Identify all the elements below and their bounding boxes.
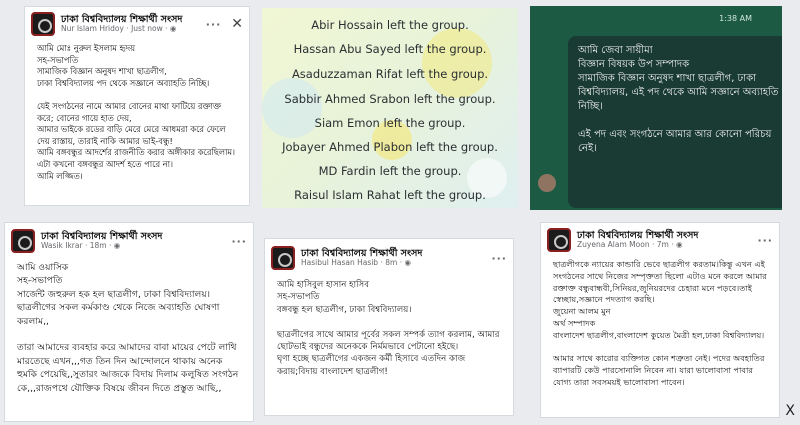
post-text: ছাত্রলীগকে ন্যায়ের কান্ডারি ভেবে ছাত্রল… xyxy=(553,259,767,387)
page-avatar[interactable] xyxy=(547,228,571,252)
post-meta: ঢাকা বিশ্ববিদ্যালয় শিক্ষার্থী সংসদ Zuye… xyxy=(577,231,751,249)
left-group-line: Jobayer Ahmed Plabon left the group. xyxy=(282,140,498,154)
post-card-hasib: ঢাকা বিশ্ববিদ্যালয় শিক্ষার্থী সংসদ Hasi… xyxy=(264,238,514,416)
post-meta: ঢাকা বিশ্ববিদ্যালয় শিক্ষার্থী সংসদ Wasi… xyxy=(41,232,225,250)
page-avatar[interactable] xyxy=(31,12,55,36)
chat-screenshot: 1:38 AM আমি জেবা সায়ীমা বিজ্ঞান বিষয়ক … xyxy=(530,6,782,210)
decor-bubble xyxy=(422,28,492,98)
globe-icon: ◉ xyxy=(169,24,177,34)
post-card-moon: ঢাকা বিশ্ববিদ্যালয় শিক্ষার্থী সংসদ Zuye… xyxy=(540,222,780,418)
post-time[interactable]: Just now xyxy=(131,24,163,33)
globe-icon: ◉ xyxy=(113,241,121,251)
post-text: আমি ওয়াসিক সহ-সভাপতি সার্জেন্ট জহুরুল হ… xyxy=(17,262,239,394)
post-text: আমি মোঃ নুরুল ইসলাম হৃদয় সহ-সভাপতি সামা… xyxy=(37,43,235,181)
left-group-line: Asaduzzaman Rifat left the group. xyxy=(291,67,489,81)
post-author-time: Wasik Ikrar · 18m · ◉ xyxy=(41,241,121,251)
globe-icon: ◉ xyxy=(404,258,412,268)
close-icon[interactable]: ✕ xyxy=(231,16,243,32)
post-meta: ঢাকা বিশ্ববিদ্যালয় শিক্ষার্থী সংসদ Hasi… xyxy=(301,249,485,267)
left-group-line: Sabbir Ahmed Srabon left the group. xyxy=(284,92,496,106)
post-time[interactable]: 18m xyxy=(90,241,107,250)
author-name[interactable]: Wasik Ikrar xyxy=(41,241,83,250)
post-card-hridoy: ঢাকা বিশ্ববিদ্যালয় শিক্ষার্থী সংসদ Nur … xyxy=(24,6,250,206)
post-time[interactable]: 7m xyxy=(657,240,669,249)
left-group-line: Hassan Abu Sayed left the group. xyxy=(293,42,487,56)
post-author-time: Nur Islam Hridoy · Just now · ◉ xyxy=(61,24,177,34)
post-header: ঢাকা বিশ্ববিদ্যালয় শিক্ষার্থী সংসদ Nur … xyxy=(25,7,249,41)
post-card-wasik: ঢাকা বিশ্ববিদ্যালয় শিক্ষার্থী সংসদ Wasi… xyxy=(4,222,254,422)
group-left-notices: Abir Hossain left the group. Hassan Abu … xyxy=(262,8,518,208)
page-avatar[interactable] xyxy=(271,246,295,270)
post-time[interactable]: 8m xyxy=(385,258,397,267)
post-author-time: Hasibul Hasan Hasib · 8m · ◉ xyxy=(301,258,412,268)
more-options-icon[interactable]: ··· xyxy=(231,235,247,248)
author-name[interactable]: Hasibul Hasan Hasib xyxy=(301,258,378,267)
post-author-time: Zuyena Alam Moon · 7m · ◉ xyxy=(577,240,683,250)
more-options-icon[interactable]: ··· xyxy=(757,234,773,247)
left-group-line: MD Fardin left the group. xyxy=(318,164,462,178)
globe-icon: ◉ xyxy=(675,240,683,250)
author-name[interactable]: Nur Islam Hridoy xyxy=(61,24,124,33)
more-options-icon[interactable]: ··· xyxy=(206,18,222,31)
left-group-line: Raisul Islam Rahat left the group. xyxy=(294,188,486,202)
post-meta: ঢাকা বিশ্ববিদ্যালয় শিক্ষার্থী সংসদ Nur … xyxy=(61,15,200,33)
post-header: ঢাকা বিশ্ববিদ্যালয় শিক্ষার্থী সংসদ Zuye… xyxy=(541,223,779,257)
close-button[interactable]: X xyxy=(785,403,795,419)
sender-avatar xyxy=(538,174,556,192)
chat-message: আমি জেবা সায়ীমা বিজ্ঞান বিষয়ক উপ সম্পা… xyxy=(568,36,782,208)
left-group-line: Abir Hossain left the group. xyxy=(311,18,469,32)
post-text: আমি হাসিবুল হাসান হাসিব সহ-সভাপতি বঙ্গবন… xyxy=(277,280,500,377)
author-name[interactable]: Zuyena Alam Moon xyxy=(577,240,650,249)
page-avatar[interactable] xyxy=(11,229,35,253)
post-header: ঢাকা বিশ্ববিদ্যালয় শিক্ষার্থী সংসদ Hasi… xyxy=(265,239,513,277)
left-group-line: Siam Emon left the group. xyxy=(314,116,466,130)
post-header: ঢাকা বিশ্ববিদ্যালয় শিক্ষার্থী সংসদ Wasi… xyxy=(5,223,253,259)
chat-time: 1:38 AM xyxy=(719,14,752,23)
more-options-icon[interactable]: ··· xyxy=(491,252,507,265)
